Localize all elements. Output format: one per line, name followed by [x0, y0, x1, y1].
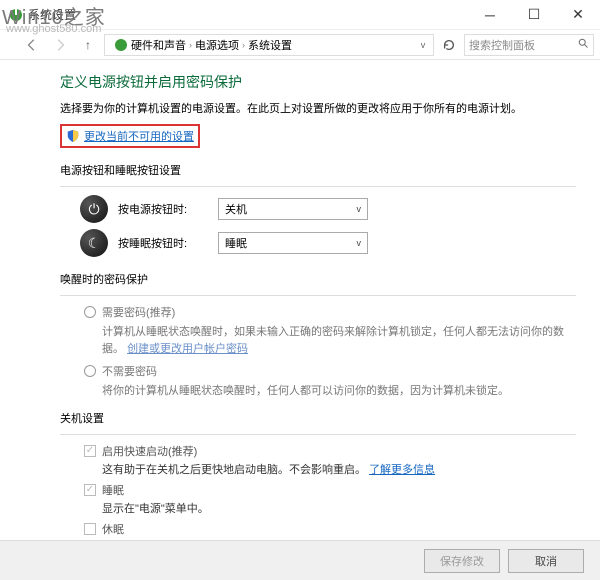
- fast-startup-checkbox: ✓ 启用快速启动(推荐): [84, 443, 576, 459]
- search-icon: [577, 37, 589, 52]
- chevron-down-icon: v: [357, 204, 362, 214]
- checkbox-icon: [84, 523, 96, 535]
- checkbox-icon: ✓: [84, 445, 96, 457]
- sleep-button-value: 睡眠: [225, 235, 247, 251]
- chevron-right-icon: ›: [189, 40, 192, 50]
- sleep-label: 睡眠: [102, 482, 124, 498]
- maximize-button[interactable]: ☐: [512, 0, 556, 30]
- create-change-password-link[interactable]: 创建或更改用户帐户密码: [127, 343, 248, 355]
- fast-startup-desc: 这有助于在关机之后更快地启动电脑。不会影响重启。 了解更多信息: [102, 461, 576, 477]
- breadcrumb-dropdown[interactable]: v: [415, 40, 431, 50]
- section-wake-password-header: 唤醒时的密码保护: [60, 271, 576, 287]
- radio-require-desc: 计算机从睡眠状态唤醒时，如果未输入正确的密码来解除计算机锁定，任何人都无法访问你…: [102, 324, 576, 357]
- chevron-right-icon: ›: [242, 40, 245, 50]
- content-area: 定义电源按钮并启用密码保护 选择要为你的计算机设置的电源设置。在此页上对设置所做…: [0, 60, 600, 540]
- refresh-button[interactable]: [438, 34, 460, 56]
- change-unavailable-settings-link[interactable]: 更改当前不可用的设置: [84, 128, 194, 144]
- radio-require-label: 需要密码(推荐): [102, 304, 175, 320]
- divider: [60, 295, 576, 296]
- breadcrumb[interactable]: 硬件和声音 › 电源选项 › 系统设置 v: [104, 34, 434, 56]
- page-title: 定义电源按钮并启用密码保护: [60, 72, 576, 92]
- forward-button[interactable]: [48, 33, 72, 57]
- learn-more-link[interactable]: 了解更多信息: [369, 464, 435, 476]
- search-input[interactable]: 搜索控制面板: [464, 34, 594, 56]
- power-icon: ⏻: [80, 195, 108, 223]
- arrow-left-icon: [25, 38, 39, 52]
- hibernate-checkbox: 休眠: [84, 521, 576, 537]
- refresh-icon: [442, 38, 456, 52]
- radio-no-desc: 将你的计算机从睡眠状态唤醒时，任何人都可以访问你的数据，因为计算机未锁定。: [102, 383, 576, 400]
- admin-link-row: 更改当前不可用的设置: [60, 124, 200, 148]
- up-button[interactable]: ↑: [76, 33, 100, 57]
- section-power-buttons-header: 电源按钮和睡眠按钮设置: [60, 162, 576, 178]
- cancel-button[interactable]: 取消: [508, 549, 584, 573]
- radio-button: [84, 306, 96, 318]
- power-options-icon: [113, 37, 129, 53]
- section-shutdown-header: 关机设置: [60, 410, 576, 426]
- crumb-power[interactable]: 电源选项: [195, 37, 239, 53]
- sleep-desc: 显示在"电源"菜单中。: [102, 500, 576, 516]
- watermark-url: www.ghost580.com: [6, 23, 101, 35]
- power-button-value: 关机: [225, 201, 247, 217]
- hibernate-label: 休眠: [102, 521, 124, 537]
- radio-button: [84, 365, 96, 377]
- crumb-system[interactable]: 系统设置: [248, 37, 292, 53]
- close-button[interactable]: ✕: [556, 0, 600, 30]
- power-button-label: 按电源按钮时:: [118, 201, 208, 217]
- save-button[interactable]: 保存修改: [424, 549, 500, 573]
- sleep-button-dropdown[interactable]: 睡眠 v: [218, 232, 368, 254]
- sleep-icon: ☾: [80, 229, 108, 257]
- divider: [60, 186, 576, 187]
- sleep-button-label: 按睡眠按钮时:: [118, 235, 208, 251]
- radio-require-password: 需要密码(推荐) 计算机从睡眠状态唤醒时，如果未输入正确的密码来解除计算机锁定，…: [84, 304, 576, 357]
- radio-no-label: 不需要密码: [102, 363, 157, 379]
- shield-icon: [66, 129, 80, 143]
- back-button[interactable]: [20, 33, 44, 57]
- divider: [60, 434, 576, 435]
- minimize-button[interactable]: ─: [468, 0, 512, 30]
- fast-startup-label: 启用快速启动(推荐): [102, 443, 197, 459]
- checkbox-icon: ✓: [84, 484, 96, 496]
- sleep-checkbox: ✓ 睡眠: [84, 482, 576, 498]
- power-button-row: ⏻ 按电源按钮时: 关机 v: [80, 195, 576, 223]
- page-subtitle: 选择要为你的计算机设置的电源设置。在此页上对设置所做的更改将应用于你所有的电源计…: [60, 100, 576, 116]
- arrow-right-icon: [53, 38, 67, 52]
- search-placeholder: 搜索控制面板: [469, 37, 577, 53]
- chevron-down-icon: v: [357, 238, 362, 248]
- crumb-hardware[interactable]: 硬件和声音: [131, 37, 186, 53]
- sleep-button-row: ☾ 按睡眠按钮时: 睡眠 v: [80, 229, 576, 257]
- radio-no-password: 不需要密码 将你的计算机从睡眠状态唤醒时，任何人都可以访问你的数据，因为计算机未…: [84, 363, 576, 400]
- footer: 保存修改 取消: [0, 540, 600, 580]
- power-button-dropdown[interactable]: 关机 v: [218, 198, 368, 220]
